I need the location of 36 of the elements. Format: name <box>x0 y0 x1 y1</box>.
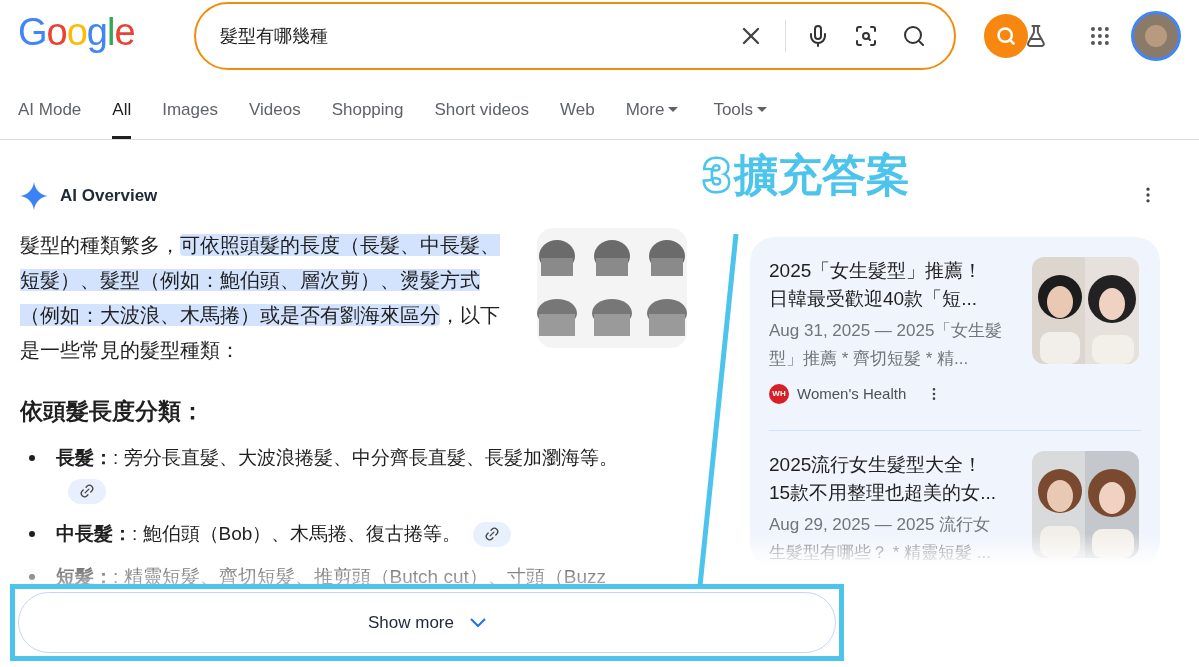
link-icon[interactable] <box>473 522 512 547</box>
chevron-down-icon <box>470 618 486 627</box>
search-icon[interactable] <box>902 24 927 48</box>
bullet-icon <box>29 573 35 580</box>
list-item-text: 長髮：: 旁分長直髮、大波浪捲髮、中分齊長直髮、長髮加瀏海等。 <box>56 440 620 507</box>
section-title: AI Overview <box>60 185 158 208</box>
bullet-icon <box>29 530 35 537</box>
source-snippet: Aug 29, 2025 — 2025 流行女生髮型有哪些？ * 精靈短髮 ... <box>769 513 992 564</box>
tab[interactable]: Short videos <box>434 96 529 139</box>
search-input[interactable]: 髮型有哪幾種 <box>219 22 726 50</box>
tab[interactable]: Images <box>162 96 218 139</box>
step-number: 3 <box>704 152 730 198</box>
avatar[interactable] <box>1131 11 1181 61</box>
tab[interactable]: More <box>625 96 679 139</box>
search-icon <box>995 26 1016 46</box>
source-snippet: Aug 31, 2025 — 2025「女生髮型」推薦 * 齊切短髮 * 精... <box>769 320 1004 370</box>
tab[interactable]: Videos <box>248 96 301 139</box>
search-field[interactable]: 髮型有哪幾種 <box>193 2 957 70</box>
overview-paragraph: 髮型的種類繁多，可依照頭髮的長度（長髮、中長髮、短髮）、髮型（例如：鮑伯頭、層次剪）、燙髮方式（例如：大波浪、木馬捲）或是否有劉海來區分，以下是一些常見的髮型種類： <box>20 233 501 363</box>
tab[interactable]: All <box>112 96 132 139</box>
camera-search-icon[interactable] <box>854 24 879 48</box>
link-icon[interactable] <box>68 479 106 504</box>
source-title[interactable]: 2025流行女生髮型大全！15款不用整理也超美的女... <box>769 450 1001 507</box>
bullet-icon <box>29 454 35 461</box>
site-logo: WH <box>769 384 789 405</box>
show-more-button[interactable]: Show more <box>18 592 836 653</box>
source-title[interactable]: 2025「女生髮型」推薦！日韓最受歡迎40款「短... <box>769 257 1001 313</box>
section-heading: 依頭髮長度分類： <box>20 397 205 426</box>
site-name[interactable]: Women's Health <box>797 383 907 406</box>
sparkle-icon <box>20 182 48 210</box>
google-logo[interactable]: Google <box>18 13 194 59</box>
annotation-label: 擴充答案 <box>733 153 910 197</box>
tab[interactable]: Web <box>560 96 595 139</box>
tab[interactable]: Shopping <box>331 96 404 139</box>
tab[interactable]: Tools <box>713 96 768 139</box>
tab[interactable]: AI Mode <box>18 96 82 139</box>
